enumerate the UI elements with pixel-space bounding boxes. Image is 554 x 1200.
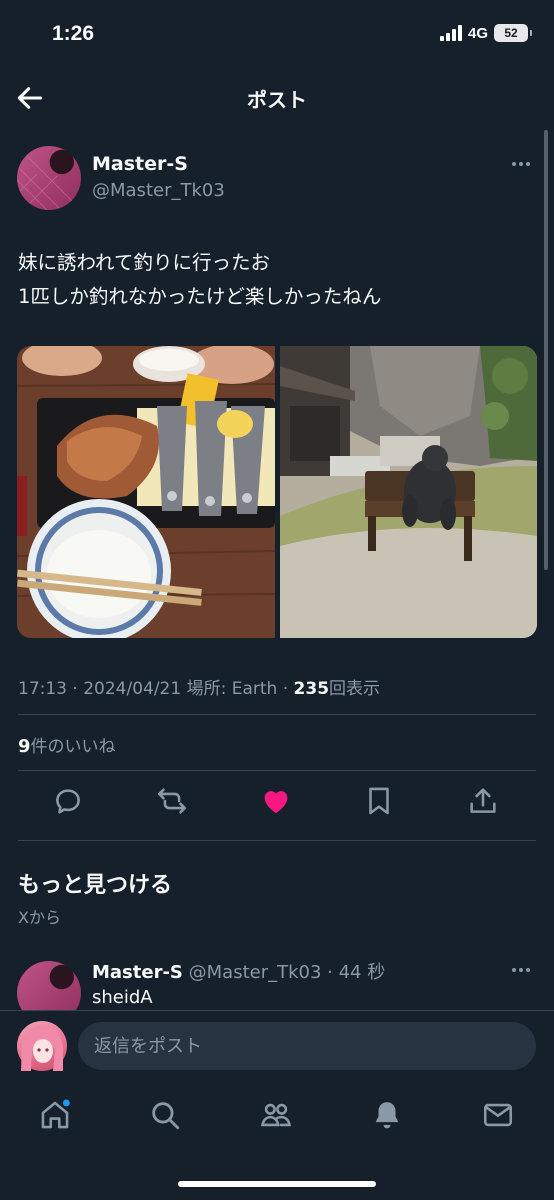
views-label: 回表示 <box>329 679 381 699</box>
discover-subtitle: Xから <box>18 908 61 927</box>
network-type: 4G <box>467 24 488 42</box>
share-icon[interactable] <box>466 784 500 818</box>
discover-title: もっと見つける <box>18 873 173 898</box>
post-text: 妹に誘われて釣りに行ったお 1匹しか釣れなかったけど楽しかったねん <box>18 246 538 314</box>
likes-label: 件のいいね <box>30 737 116 757</box>
likes-count: 9 <box>18 736 31 757</box>
reply-author-name: Master-S <box>92 962 183 983</box>
gorilla-photo-image <box>280 346 537 638</box>
notifications-icon[interactable] <box>370 1098 404 1132</box>
post-location: 場所: Earth <box>186 679 278 699</box>
bookmark-icon[interactable] <box>362 784 396 818</box>
battery-level: 52 <box>504 26 518 40</box>
food-photo[interactable] <box>17 346 275 638</box>
reply-author-handle-time: @Master_Tk03 · 44 秒 <box>188 962 386 983</box>
post-text-line: 1匹しか釣れなかったけど楽しかったねん <box>18 285 382 308</box>
meta-separator: · <box>282 679 289 699</box>
reply-icon[interactable] <box>51 784 85 818</box>
more-options-icon[interactable] <box>512 962 534 978</box>
post-text-line: 妹に誘われて釣りに行ったお <box>18 251 270 274</box>
home-indicator[interactable] <box>178 1181 376 1187</box>
communities-icon[interactable] <box>259 1098 293 1132</box>
reply-author-line[interactable]: Master-S @Master_Tk03 · 44 秒 <box>92 958 385 984</box>
divider <box>18 840 536 841</box>
likes-summary[interactable]: 9件のいいね <box>18 732 116 757</box>
my-avatar[interactable] <box>17 1021 67 1071</box>
gorilla-statue-photo[interactable] <box>280 346 537 638</box>
author-name[interactable]: Master-S <box>92 153 188 175</box>
post-media[interactable] <box>17 346 537 638</box>
scrollbar[interactable] <box>544 130 548 570</box>
author-avatar[interactable] <box>17 146 81 210</box>
arrow-left-icon[interactable] <box>14 82 46 114</box>
signal-icon <box>439 25 462 41</box>
battery-icon: 52 <box>494 24 532 42</box>
post-meta: 17:13 · 2024/04/21 場所: Earth · 235回表示 <box>18 674 380 699</box>
status-time: 1:26 <box>52 22 95 45</box>
home-icon[interactable] <box>38 1098 72 1132</box>
reply-text: sheidA <box>92 987 153 1008</box>
reply-input[interactable] <box>78 1022 536 1070</box>
my-avatar-art-icon <box>21 1025 63 1071</box>
heart-icon[interactable] <box>259 784 293 818</box>
post-actions <box>18 784 536 822</box>
repost-icon[interactable] <box>155 784 189 818</box>
page-title: ポスト <box>247 88 307 112</box>
avatar-pattern-icon <box>17 155 81 210</box>
search-icon[interactable] <box>148 1098 182 1132</box>
divider <box>18 714 536 715</box>
more-options-icon[interactable] <box>512 156 534 172</box>
views-count: 235 <box>293 679 330 699</box>
author-handle[interactable]: @Master_Tk03 <box>92 180 225 201</box>
status-indicators: 4G 52 <box>439 24 532 42</box>
food-photo-image <box>17 346 275 638</box>
messages-icon[interactable] <box>481 1098 515 1132</box>
divider <box>18 770 536 771</box>
post-timestamp[interactable]: 17:13 · 2024/04/21 <box>18 679 181 699</box>
